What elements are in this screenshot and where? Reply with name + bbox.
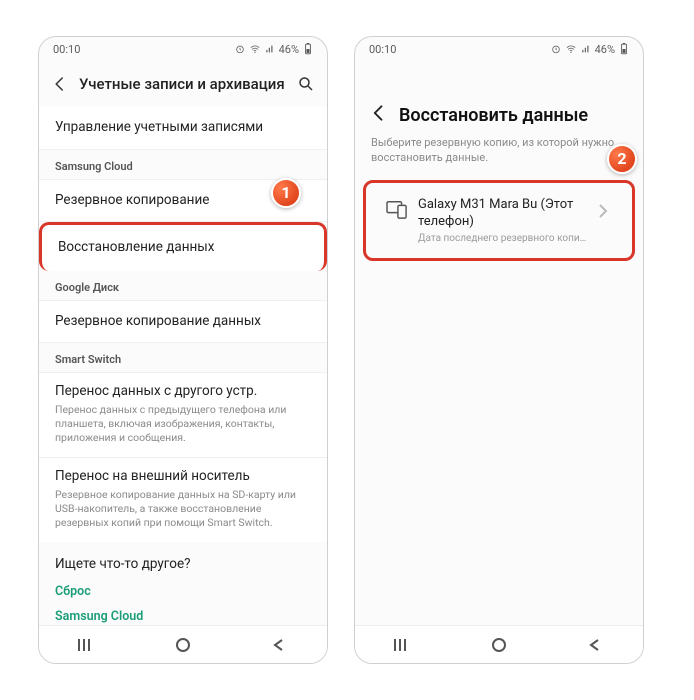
wifi-icon	[249, 44, 261, 54]
row-label: Восстановление данных	[58, 239, 308, 257]
device-info: Galaxy M31 Mara Bu (Этот телефон) Дата п…	[418, 197, 588, 244]
battery-text: 46%	[595, 43, 615, 56]
nav-back[interactable]	[575, 638, 615, 652]
search-icon	[297, 75, 315, 93]
row-manage-accounts[interactable]: Управление учетными записями	[39, 107, 327, 150]
section-header-samsung-cloud: Samsung Cloud	[39, 150, 327, 180]
section-header-google-drive: Google Диск	[39, 271, 327, 301]
link-samsung-cloud[interactable]: Samsung Cloud	[55, 609, 311, 624]
status-indicators: 46%	[235, 43, 313, 56]
title-bar: Восстановить данные	[355, 87, 643, 131]
signal-icon	[265, 44, 275, 54]
status-time: 00:10	[369, 43, 396, 56]
row-label: Управление учетными записями	[55, 119, 311, 137]
nav-home[interactable]	[163, 637, 203, 653]
nav-back[interactable]	[259, 638, 299, 652]
devices-icon	[386, 199, 408, 223]
status-indicators: 46%	[551, 43, 629, 56]
title-bar: Учетные записи и архивация	[39, 61, 327, 107]
row-sub: Резервное копирование данных на SD-карту…	[55, 488, 311, 531]
back-button[interactable]	[49, 73, 71, 95]
device-name: Galaxy M31 Mara Bu (Этот телефон)	[418, 197, 588, 231]
nav-bar	[355, 625, 643, 663]
chevron-right-icon	[598, 203, 612, 222]
section-header-smart-switch: Smart Switch	[39, 343, 327, 373]
nav-recent[interactable]	[383, 638, 423, 652]
helper-title: Ищете что-то другое?	[55, 556, 311, 572]
callout-badge-1: 1	[271, 178, 301, 208]
device-row-highlight: Galaxy M31 Mara Bu (Этот телефон) Дата п…	[363, 180, 635, 261]
status-bar: 00:10 46%	[355, 37, 643, 61]
device-sub: Дата последнего резервного копирования:.…	[418, 233, 588, 244]
nav-bar	[39, 625, 327, 663]
signal-icon	[581, 44, 591, 54]
status-time: 00:10	[53, 43, 80, 56]
helper-section: Ищете что-то другое? Сброс Samsung Cloud	[39, 542, 327, 625]
nav-recent[interactable]	[67, 638, 107, 652]
battery-icon	[303, 43, 313, 55]
battery-icon	[619, 43, 629, 55]
phone-left: 00:10 46% Учетные записи и архивация Упр…	[38, 36, 328, 664]
back-icon	[51, 75, 69, 93]
phone-right: 00:10 46% Восстановить данные Выберите р…	[354, 36, 644, 664]
page-subtitle: Выберите резервную копию, из которой нуж…	[355, 131, 643, 180]
battery-text: 46%	[279, 43, 299, 56]
back-icon	[369, 103, 389, 123]
link-reset[interactable]: Сброс	[55, 584, 311, 599]
row-transfer-external[interactable]: Перенос на внешний носитель Резервное ко…	[39, 458, 327, 542]
settings-list: Управление учетными записями Samsung Clo…	[39, 107, 327, 625]
row-label: Перенос данных с другого устр.	[55, 383, 311, 401]
search-button[interactable]	[295, 73, 317, 95]
row-backup[interactable]: Резервное копирование 1	[39, 180, 327, 223]
row-transfer-from-device[interactable]: Перенос данных с другого устр. Перенос д…	[39, 373, 327, 458]
device-row[interactable]: Galaxy M31 Mara Bu (Этот телефон) Дата п…	[376, 187, 622, 254]
row-sub: Перенос данных с предыдущего телефона ил…	[55, 403, 311, 446]
status-bar: 00:10 46%	[39, 37, 327, 61]
wifi-icon	[565, 44, 577, 54]
row-restore-data[interactable]: Восстановление данных	[39, 222, 327, 271]
alarm-icon	[235, 44, 245, 54]
row-label: Резервное копирование данных	[55, 313, 311, 331]
back-button[interactable]	[369, 103, 389, 127]
row-label: Перенос на внешний носитель	[55, 468, 311, 486]
row-google-backup[interactable]: Резервное копирование данных	[39, 301, 327, 344]
callout-badge-2: 2	[607, 144, 637, 174]
page-title: Восстановить данные	[399, 105, 588, 126]
alarm-icon	[551, 44, 561, 54]
page-title: Учетные записи и архивация	[79, 75, 287, 93]
nav-home[interactable]	[479, 637, 519, 653]
